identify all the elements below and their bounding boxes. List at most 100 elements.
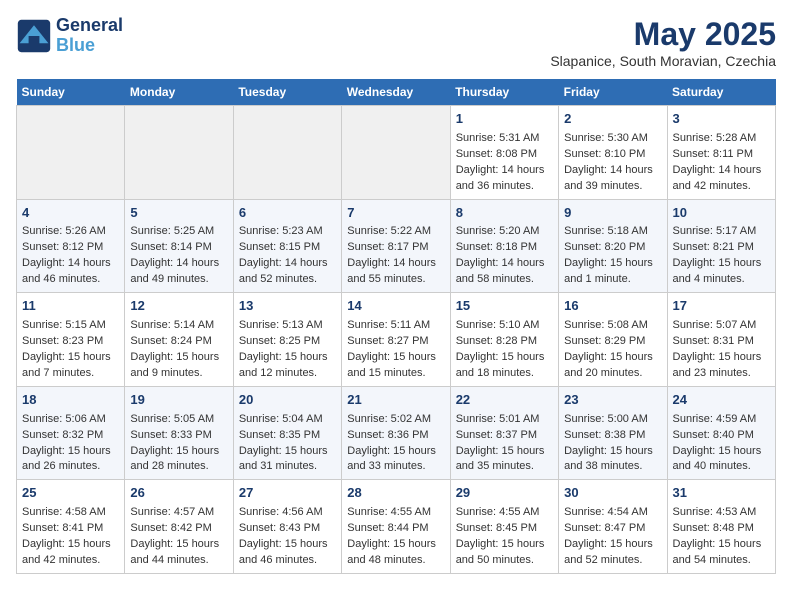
day-info: Sunrise: 4:57 AM (130, 505, 227, 521)
day-info: and 48 minutes. (347, 553, 444, 569)
day-info: Sunset: 8:32 PM (22, 428, 119, 444)
day-info: Daylight: 14 hours (673, 163, 770, 179)
calendar-week-row: 4Sunrise: 5:26 AMSunset: 8:12 PMDaylight… (17, 199, 776, 293)
day-info: Sunset: 8:27 PM (347, 334, 444, 350)
calendar-cell (342, 106, 450, 200)
day-number: 19 (130, 391, 227, 410)
day-number: 11 (22, 297, 119, 316)
calendar-cell: 21Sunrise: 5:02 AMSunset: 8:36 PMDayligh… (342, 386, 450, 480)
day-info: Sunset: 8:21 PM (673, 240, 770, 256)
calendar-cell: 2Sunrise: 5:30 AMSunset: 8:10 PMDaylight… (559, 106, 667, 200)
calendar-table: SundayMondayTuesdayWednesdayThursdayFrid… (16, 79, 776, 574)
calendar-cell: 24Sunrise: 4:59 AMSunset: 8:40 PMDayligh… (667, 386, 775, 480)
day-info: and 36 minutes. (456, 179, 553, 195)
weekday-header: Thursday (450, 79, 558, 106)
calendar-cell: 11Sunrise: 5:15 AMSunset: 8:23 PMDayligh… (17, 293, 125, 387)
calendar-cell (125, 106, 233, 200)
day-info: and 4 minutes. (673, 272, 770, 288)
calendar-cell: 23Sunrise: 5:00 AMSunset: 8:38 PMDayligh… (559, 386, 667, 480)
day-info: and 28 minutes. (130, 459, 227, 475)
calendar-cell: 28Sunrise: 4:55 AMSunset: 8:44 PMDayligh… (342, 480, 450, 574)
day-info: and 42 minutes. (22, 553, 119, 569)
day-info: Sunrise: 4:53 AM (673, 505, 770, 521)
day-info: and 58 minutes. (456, 272, 553, 288)
calendar-cell: 5Sunrise: 5:25 AMSunset: 8:14 PMDaylight… (125, 199, 233, 293)
day-info: and 7 minutes. (22, 366, 119, 382)
day-number: 9 (564, 204, 661, 223)
calendar-cell: 19Sunrise: 5:05 AMSunset: 8:33 PMDayligh… (125, 386, 233, 480)
logo: General Blue (16, 16, 123, 56)
day-number: 15 (456, 297, 553, 316)
calendar-cell: 6Sunrise: 5:23 AMSunset: 8:15 PMDaylight… (233, 199, 341, 293)
day-number: 7 (347, 204, 444, 223)
day-info: Sunrise: 4:55 AM (347, 505, 444, 521)
day-number: 10 (673, 204, 770, 223)
day-info: and 44 minutes. (130, 553, 227, 569)
day-info: Sunset: 8:35 PM (239, 428, 336, 444)
day-info: Daylight: 15 hours (347, 444, 444, 460)
day-info: Daylight: 15 hours (22, 350, 119, 366)
day-info: Sunset: 8:28 PM (456, 334, 553, 350)
calendar-cell: 1Sunrise: 5:31 AMSunset: 8:08 PMDaylight… (450, 106, 558, 200)
day-info: Sunrise: 5:10 AM (456, 318, 553, 334)
day-number: 24 (673, 391, 770, 410)
day-info: Sunrise: 5:11 AM (347, 318, 444, 334)
day-number: 12 (130, 297, 227, 316)
day-info: Sunset: 8:33 PM (130, 428, 227, 444)
day-info: Sunset: 8:11 PM (673, 147, 770, 163)
day-info: Sunrise: 5:13 AM (239, 318, 336, 334)
calendar-cell: 27 Sunrise: 4:56 AMSunset: 8:43 PMDayligh… (233, 480, 341, 574)
day-info: Sunrise: 5:20 AM (456, 224, 553, 240)
day-number: 27 (239, 484, 336, 503)
day-number: 4 (22, 204, 119, 223)
day-info: Sunrise: 4:55 AM (456, 505, 553, 521)
day-info: Sunrise: 4:59 AM (673, 412, 770, 428)
day-number: 6 (239, 204, 336, 223)
day-info: Sunset: 8:23 PM (22, 334, 119, 350)
day-info: and 23 minutes. (673, 366, 770, 382)
day-number: 17 (673, 297, 770, 316)
calendar-cell: 16Sunrise: 5:08 AMSunset: 8:29 PMDayligh… (559, 293, 667, 387)
day-info: Daylight: 15 hours (456, 444, 553, 460)
day-info: Sunset: 8:42 PM (130, 521, 227, 537)
day-info: and 1 minute. (564, 272, 661, 288)
calendar-cell: 30Sunrise: 4:54 AMSunset: 8:47 PMDayligh… (559, 480, 667, 574)
day-info: Daylight: 14 hours (239, 256, 336, 272)
day-info: and 26 minutes. (22, 459, 119, 475)
day-info: Daylight: 15 hours (239, 444, 336, 460)
day-info: Sunset: 8:45 PM (456, 521, 553, 537)
day-info: Sunset: 8:31 PM (673, 334, 770, 350)
weekday-header: Monday (125, 79, 233, 106)
calendar-week-row: 25Sunrise: 4:58 AMSunset: 8:41 PMDayligh… (17, 480, 776, 574)
day-info: and 54 minutes. (673, 553, 770, 569)
day-info: and 52 minutes. (239, 272, 336, 288)
day-info: Sunset: 8:12 PM (22, 240, 119, 256)
day-info: Daylight: 15 hours (347, 537, 444, 553)
weekday-header: Tuesday (233, 79, 341, 106)
day-info: Sunrise: 5:26 AM (22, 224, 119, 240)
day-info: Sunrise: 5:05 AM (130, 412, 227, 428)
day-info: Sunrise: 5:31 AM (456, 131, 553, 147)
calendar-cell: 15Sunrise: 5:10 AMSunset: 8:28 PMDayligh… (450, 293, 558, 387)
day-info: and 49 minutes. (130, 272, 227, 288)
day-info: Sunrise: 5:18 AM (564, 224, 661, 240)
day-info: Daylight: 14 hours (22, 256, 119, 272)
day-info: Daylight: 14 hours (130, 256, 227, 272)
day-info: and 35 minutes. (456, 459, 553, 475)
day-info: Daylight: 15 hours (347, 350, 444, 366)
day-info: Sunset: 8:25 PM (239, 334, 336, 350)
day-info: and 33 minutes. (347, 459, 444, 475)
weekday-header: Saturday (667, 79, 775, 106)
day-info: Sunrise: 5:00 AM (564, 412, 661, 428)
day-info: and 42 minutes. (673, 179, 770, 195)
day-info: Sunrise: 5:01 AM (456, 412, 553, 428)
day-info: Sunrise: 4:56 AM (239, 505, 336, 521)
day-info: Daylight: 15 hours (456, 537, 553, 553)
day-info: Sunset: 8:15 PM (239, 240, 336, 256)
day-info: Sunset: 8:43 PM (239, 521, 336, 537)
day-info: Daylight: 15 hours (239, 537, 336, 553)
day-info: Daylight: 15 hours (130, 537, 227, 553)
day-number: 23 (564, 391, 661, 410)
day-number: 21 (347, 391, 444, 410)
calendar-cell: 13Sunrise: 5:13 AMSunset: 8:25 PMDayligh… (233, 293, 341, 387)
